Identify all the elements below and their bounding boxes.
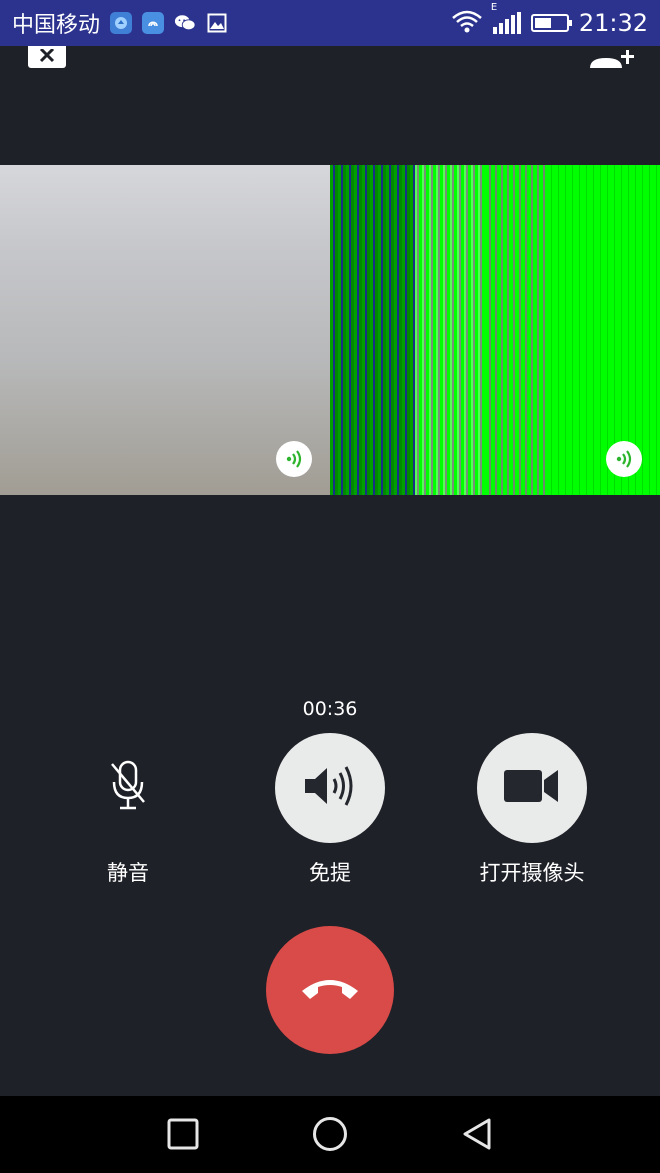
fingerprint-app-icon [142, 12, 165, 34]
video-camera-icon [502, 766, 562, 810]
speaking-icon [606, 441, 642, 477]
camera-control[interactable] [477, 733, 587, 843]
status-bar: 中国移动 E 21:32 [0, 0, 660, 46]
hangup-button[interactable] [266, 926, 394, 1054]
system-nav-bar [0, 1096, 660, 1173]
carrier-name: 中国移动 [12, 13, 101, 38]
wifi-icon [451, 9, 483, 37]
camera-label: 打开摄像头 [479, 861, 585, 885]
video-artifact [330, 165, 415, 495]
recent-apps-button[interactable] [163, 1116, 203, 1156]
participant-video-2[interactable] [330, 165, 660, 495]
close-icon [37, 47, 57, 67]
mute-button[interactable]: 静音 [73, 733, 183, 887]
camera-button[interactable]: 打开摄像头 [477, 733, 587, 887]
speaker-icon [303, 764, 357, 812]
close-button[interactable] [28, 46, 66, 68]
home-icon [312, 1116, 348, 1156]
speaker-button[interactable]: 免提 [275, 733, 385, 887]
app-notification-icon [110, 12, 133, 34]
back-icon [461, 1117, 493, 1155]
clock: 21:32 [578, 9, 648, 37]
microphone-off-icon [106, 758, 150, 818]
add-member-button[interactable] [588, 46, 638, 68]
call-duration: 00:36 [302, 698, 358, 720]
participant-video-1[interactable] [0, 165, 330, 495]
mute-control[interactable] [73, 733, 183, 843]
recent-apps-icon [167, 1118, 199, 1154]
speaker-label: 免提 [309, 861, 351, 885]
add-member-icon [588, 50, 638, 72]
battery-icon [530, 14, 572, 32]
cell-signal-icon: E [491, 2, 521, 34]
video-artifact [485, 165, 545, 495]
hangup-icon [298, 973, 362, 1007]
video-artifact [415, 165, 485, 495]
mute-label: 静音 [107, 861, 149, 885]
battery-level [534, 18, 552, 28]
speaker-control[interactable] [275, 733, 385, 843]
speaking-icon [276, 441, 312, 477]
back-button[interactable] [457, 1116, 497, 1156]
image-icon [206, 12, 228, 34]
wechat-icon [174, 12, 196, 34]
network-type: E [490, 2, 498, 13]
video-artifact [545, 165, 660, 495]
home-button[interactable] [310, 1116, 350, 1156]
